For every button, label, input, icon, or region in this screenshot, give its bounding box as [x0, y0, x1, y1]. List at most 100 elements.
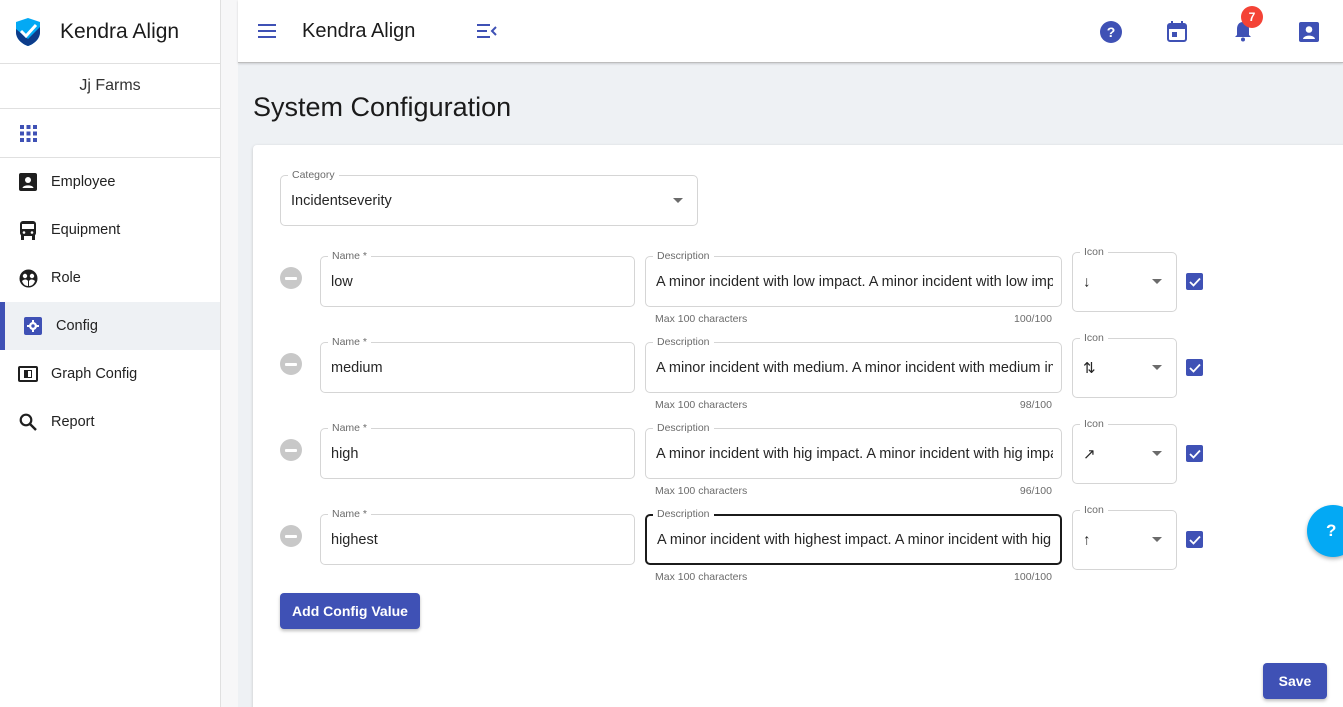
sidebar-nav: Employee Equipment Role Config Graph Con… — [0, 158, 220, 446]
account-box-icon — [18, 172, 38, 192]
sidebar-item-graph-config[interactable]: Graph Config — [0, 350, 220, 398]
brand[interactable]: Kendra Align — [0, 0, 220, 64]
profile-button[interactable] — [1297, 20, 1321, 44]
shield-check-logo-icon — [16, 17, 40, 46]
category-value: Incidentseverity — [291, 192, 392, 209]
name-field[interactable]: Name * highest — [320, 508, 635, 565]
name-value: low — [331, 273, 353, 290]
name-label: Name * — [328, 250, 372, 262]
sidebar: Kendra Align Jj Farms Employee Equipment — [0, 0, 221, 707]
sidebar-item-report[interactable]: Report — [0, 398, 220, 446]
sidebar-item-label: Report — [51, 414, 95, 430]
chevron-down-icon — [1152, 451, 1162, 456]
sidebar-item-label: Equipment — [51, 222, 121, 238]
remove-row-button[interactable] — [280, 439, 302, 461]
description-char-counter: 100/100 — [1014, 571, 1052, 583]
description-helper-text: Max 100 characters — [655, 571, 748, 583]
sidebar-item-label: Role — [51, 270, 81, 286]
description-field[interactable]: Description A minor incident with hig im… — [645, 422, 1062, 479]
icon-label: Icon — [1080, 504, 1108, 516]
name-field[interactable]: Name * low — [320, 250, 635, 307]
description-label: Description — [653, 250, 714, 262]
settings-box-icon — [23, 316, 43, 336]
name-field[interactable]: Name * high — [320, 422, 635, 479]
help-button[interactable]: ? — [1099, 20, 1123, 44]
page-title: System Configuration — [253, 92, 512, 122]
description-char-counter: 96/100 — [1019, 485, 1052, 497]
remove-row-button[interactable] — [280, 525, 302, 547]
description-helper-text: Max 100 characters — [655, 399, 748, 411]
apps-grid-icon — [20, 124, 37, 142]
calendar-icon — [1167, 21, 1187, 42]
icon-select[interactable]: Icon ⇅ — [1072, 332, 1177, 398]
description-char-counter: 100/100 — [1014, 313, 1052, 325]
description-field[interactable]: Description A minor incident with highes… — [645, 508, 1062, 565]
description-char-counter: 98/100 — [1019, 399, 1052, 411]
add-config-value-button[interactable]: Add Config Value — [280, 593, 420, 629]
check-icon — [1188, 363, 1201, 373]
icon-select[interactable]: Icon ↑ — [1072, 504, 1177, 570]
check-icon — [1188, 535, 1201, 545]
description-value: A minor incident with low impact. A mino… — [656, 273, 1053, 290]
face-group-icon — [18, 268, 38, 288]
description-label: Description — [653, 422, 714, 434]
save-button[interactable]: Save — [1263, 663, 1327, 699]
enabled-checkbox[interactable] — [1186, 273, 1203, 290]
chevron-down-icon — [673, 197, 683, 203]
svg-text:?: ? — [1107, 24, 1116, 40]
sidebar-item-employee[interactable]: Employee — [0, 158, 220, 206]
name-value: highest — [331, 531, 378, 548]
description-helper-text: Max 100 characters — [655, 485, 748, 497]
description-field[interactable]: Description A minor incident with low im… — [645, 250, 1062, 307]
enabled-checkbox[interactable] — [1186, 359, 1203, 376]
check-icon — [1188, 449, 1201, 459]
description-helper-text: Max 100 characters — [655, 313, 748, 325]
category-select[interactable]: Category Incidentseverity — [280, 169, 698, 226]
name-label: Name * — [328, 336, 372, 348]
description-value: A minor incident with highest impact. A … — [657, 531, 1052, 548]
menu-open-icon — [477, 24, 498, 38]
icon-label: Icon — [1080, 246, 1108, 258]
sidebar-item-role[interactable]: Role — [0, 254, 220, 302]
category-label: Category — [288, 169, 339, 181]
description-label: Description — [653, 336, 714, 348]
icon-label: Icon — [1080, 418, 1108, 430]
top-bar: Kendra Align ? 7 — [238, 0, 1343, 63]
brand-name: Kendra Align — [60, 19, 180, 43]
sidebar-item-label: Employee — [51, 174, 116, 190]
name-value: high — [331, 445, 359, 462]
sidebar-item-config[interactable]: Config — [0, 302, 220, 350]
name-field[interactable]: Name * medium — [320, 336, 635, 393]
config-card: Category Incidentseverity Name * low Des… — [253, 145, 1343, 707]
name-label: Name * — [328, 508, 372, 520]
calendar-button[interactable] — [1165, 20, 1189, 44]
topbar-actions: ? 7 — [1099, 0, 1321, 63]
notification-badge: 7 — [1241, 5, 1263, 28]
hamburger-menu-button[interactable] — [256, 20, 278, 42]
remove-row-button[interactable] — [280, 353, 302, 375]
notifications-button[interactable]: 7 — [1231, 5, 1263, 44]
icon-select[interactable]: Icon ↗ — [1072, 418, 1177, 484]
account-box-icon — [1299, 21, 1319, 42]
check-icon — [1188, 277, 1201, 287]
layout-gutter — [221, 0, 238, 707]
enabled-checkbox[interactable] — [1186, 531, 1203, 548]
chevron-down-icon — [1152, 279, 1162, 284]
chevron-down-icon — [1152, 365, 1162, 370]
chevron-down-icon — [1152, 537, 1162, 542]
icon-select[interactable]: Icon ↓ — [1072, 246, 1177, 312]
hamburger-menu-icon — [258, 24, 276, 38]
sidebar-item-label: Graph Config — [51, 366, 138, 382]
remove-row-button[interactable] — [280, 267, 302, 289]
bus-icon — [18, 220, 38, 240]
organization-name: Jj Farms — [0, 64, 220, 109]
apps-button[interactable] — [0, 109, 220, 158]
description-field[interactable]: Description A minor incident with medium… — [645, 336, 1062, 393]
help-fab-label: ? — [1326, 521, 1337, 540]
collapse-menu-button[interactable] — [475, 19, 499, 43]
sidebar-item-equipment[interactable]: Equipment — [0, 206, 220, 254]
help-circle-icon: ? — [1100, 20, 1122, 43]
enabled-checkbox[interactable] — [1186, 445, 1203, 462]
name-value: medium — [331, 359, 383, 376]
search-icon — [18, 412, 38, 432]
